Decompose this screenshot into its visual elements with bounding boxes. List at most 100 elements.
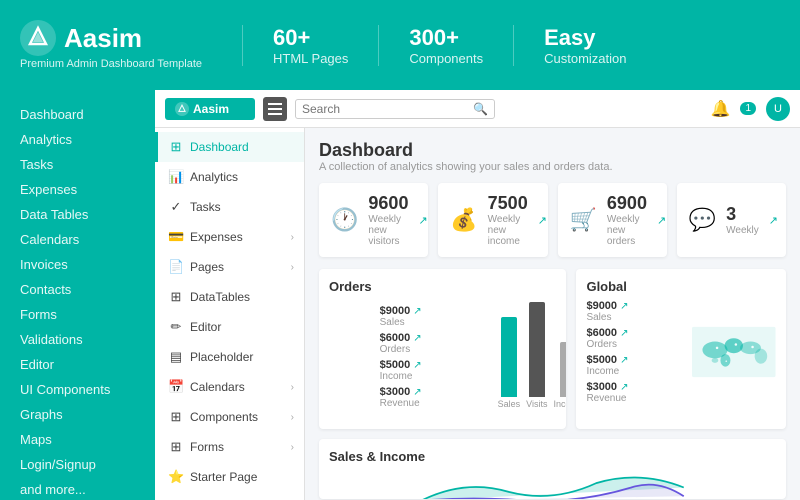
expenses-icon: 💳 xyxy=(168,229,184,245)
stat-card-messages: 💬 3 Weekly ↗ xyxy=(677,183,786,257)
orders-revenue-label: Revenue xyxy=(380,398,490,409)
inner-nav-expenses[interactable]: 💳 Expenses › xyxy=(155,222,304,252)
inner-nav-analytics[interactable]: 📊 Analytics xyxy=(155,162,304,192)
sidebar-item-tasks[interactable]: Tasks xyxy=(0,152,155,177)
sales-income-title: Sales & Income xyxy=(329,449,776,464)
income-trend-icon: ↗ xyxy=(538,214,547,227)
bar-income-label: Income xyxy=(554,399,567,409)
sidebar-item-login[interactable]: Login/Signup xyxy=(0,452,155,477)
inner-logo-text: Aasim xyxy=(193,102,229,116)
inner-nav-calendars[interactable]: 📅 Calendars › xyxy=(155,372,304,402)
sidebar-item-dashboard[interactable]: Dashboard xyxy=(0,102,155,127)
feature-desc-components: Components xyxy=(409,51,483,66)
sidebar-item-analytics[interactable]: Analytics xyxy=(0,127,155,152)
page-title: Dashboard xyxy=(319,140,786,161)
calendars-icon: 📅 xyxy=(168,379,184,395)
orders-sales-val: $9000 xyxy=(380,305,411,317)
global-panel-title: Global xyxy=(586,279,776,294)
orders-trend-icon: ↗ xyxy=(657,214,666,227)
sidebar-item-calendars[interactable]: Calendars xyxy=(0,227,155,252)
inner-nav-tasks[interactable]: ✓ Tasks xyxy=(155,192,304,222)
income-label: Weekly new income xyxy=(488,214,528,247)
main-layout: Dashboard Analytics Tasks Expenses Data … xyxy=(0,90,800,500)
inner-nav-editor[interactable]: ✏ Editor xyxy=(155,312,304,342)
bar-sales: Sales xyxy=(498,317,521,409)
sidebar-item-ui-components[interactable]: UI Components xyxy=(0,377,155,402)
search-input[interactable] xyxy=(302,102,473,116)
sidebar-item-editor[interactable]: Editor xyxy=(0,352,155,377)
sidebar-item-validations[interactable]: Validations xyxy=(0,327,155,352)
inner-nav-dashboard[interactable]: ⊞ Dashboard xyxy=(155,132,304,162)
messages-trend-icon: ↗ xyxy=(769,214,778,227)
dashboard-icon: ⊞ xyxy=(168,139,184,155)
orders-sales-label: Sales xyxy=(380,317,490,328)
starter-icon: ⭐ xyxy=(168,469,184,485)
feature-desc-pages: HTML Pages xyxy=(273,51,348,66)
inner-logo: Aasim xyxy=(165,98,255,120)
hamburger-line-1 xyxy=(268,103,282,105)
forms-icon: ⊞ xyxy=(168,439,184,455)
orders-stat-sales: $9000 ↗ Sales xyxy=(380,305,490,328)
user-avatar[interactable]: U xyxy=(766,97,790,121)
visitors-label: Weekly new visitors xyxy=(368,214,408,247)
sidebar-item-invoices[interactable]: Invoices xyxy=(0,252,155,277)
inner-nav-tables[interactable]: ⊞ Tables xyxy=(155,492,304,500)
sidebar-item-more[interactable]: and more... xyxy=(0,477,155,500)
inner-body: ⊞ Dashboard 📊 Analytics ✓ Tasks 💳 Expens… xyxy=(155,128,800,500)
global-orders-trend: ↗ xyxy=(620,328,628,339)
visitors-info: 9600 Weekly new visitors xyxy=(368,193,408,247)
inner-nav-placeholder[interactable]: ▤ Placeholder xyxy=(155,342,304,372)
inner-nav-components-label: Components xyxy=(190,410,258,424)
inner-nav-dashboard-label: Dashboard xyxy=(190,140,249,154)
orders-income-label: Income xyxy=(380,371,490,382)
world-map xyxy=(692,300,776,404)
feature-num-easy: Easy xyxy=(544,25,626,51)
sidebar-item-contacts[interactable]: Contacts xyxy=(0,277,155,302)
logo-subtitle: Premium Admin Dashboard Template xyxy=(20,58,202,70)
global-orders-label: Orders xyxy=(586,339,686,350)
global-sales-trend: ↗ xyxy=(620,301,628,312)
inner-nav-forms[interactable]: ⊞ Forms › xyxy=(155,432,304,462)
inner-nav-starter[interactable]: ⭐ Starter Page xyxy=(155,462,304,492)
sidebar-item-forms[interactable]: Forms xyxy=(0,302,155,327)
orders-income-val: $5000 xyxy=(380,359,411,371)
global-stat-revenue: $3000 ↗ Revenue xyxy=(586,381,686,404)
inner-nav-pages[interactable]: 📄 Pages › xyxy=(155,252,304,282)
hamburger-line-3 xyxy=(268,113,282,115)
world-map-svg xyxy=(692,300,776,404)
global-revenue-trend: ↗ xyxy=(620,382,628,393)
datatables-icon: ⊞ xyxy=(168,289,184,305)
bar-chart: Sales Visits Income xyxy=(498,309,567,409)
content-area: Dashboard A collection of analytics show… xyxy=(305,128,800,500)
stat-card-orders: 🛒 6900 Weekly new orders ↗ xyxy=(558,183,667,257)
messages-label: Weekly xyxy=(726,225,759,236)
sidebar-item-maps[interactable]: Maps xyxy=(0,427,155,452)
orders-stat-revenue: $3000 ↗ Revenue xyxy=(380,386,490,409)
hamburger-button[interactable] xyxy=(263,97,287,121)
global-revenue-val: $3000 xyxy=(586,381,617,393)
orders-orders-trend: ↗ xyxy=(413,333,421,344)
income-num: 7500 xyxy=(488,193,528,214)
inner-nav-datatables-label: DataTables xyxy=(190,290,250,304)
sales-income-chart xyxy=(329,470,776,499)
forms-arrow-icon: › xyxy=(291,442,294,453)
inner-nav-components[interactable]: ⊞ Components › xyxy=(155,402,304,432)
inner-topbar: Aasim 🔍 🔔 1 U xyxy=(155,90,800,128)
orders-stat-orders: $6000 ↗ Orders xyxy=(380,332,490,355)
inner-sidebar: ⊞ Dashboard 📊 Analytics ✓ Tasks 💳 Expens… xyxy=(155,128,305,500)
sidebar-item-datatables[interactable]: Data Tables xyxy=(0,202,155,227)
sidebar-item-expenses[interactable]: Expenses xyxy=(0,177,155,202)
components-arrow-icon: › xyxy=(291,412,294,423)
notification-icon[interactable]: 🔔 xyxy=(711,99,731,119)
stat-cards: 🕐 9600 Weekly new visitors ↗ 💰 7500 Week… xyxy=(319,183,786,257)
global-stat-sales: $9000 ↗ Sales xyxy=(586,300,686,323)
bar-sales-label: Sales xyxy=(498,399,521,409)
analytics-icon: 📊 xyxy=(168,169,184,185)
messages-info: 3 Weekly xyxy=(726,204,759,236)
sidebar-item-graphs[interactable]: Graphs xyxy=(0,402,155,427)
orders-income-trend: ↗ xyxy=(413,360,421,371)
inner-nav-datatables[interactable]: ⊞ DataTables xyxy=(155,282,304,312)
global-stat-income: $5000 ↗ Income xyxy=(586,354,686,377)
bar-income: Income xyxy=(554,342,567,409)
orders-panel: Orders $9000 ↗ Sales $6000 ↗ xyxy=(319,269,566,429)
